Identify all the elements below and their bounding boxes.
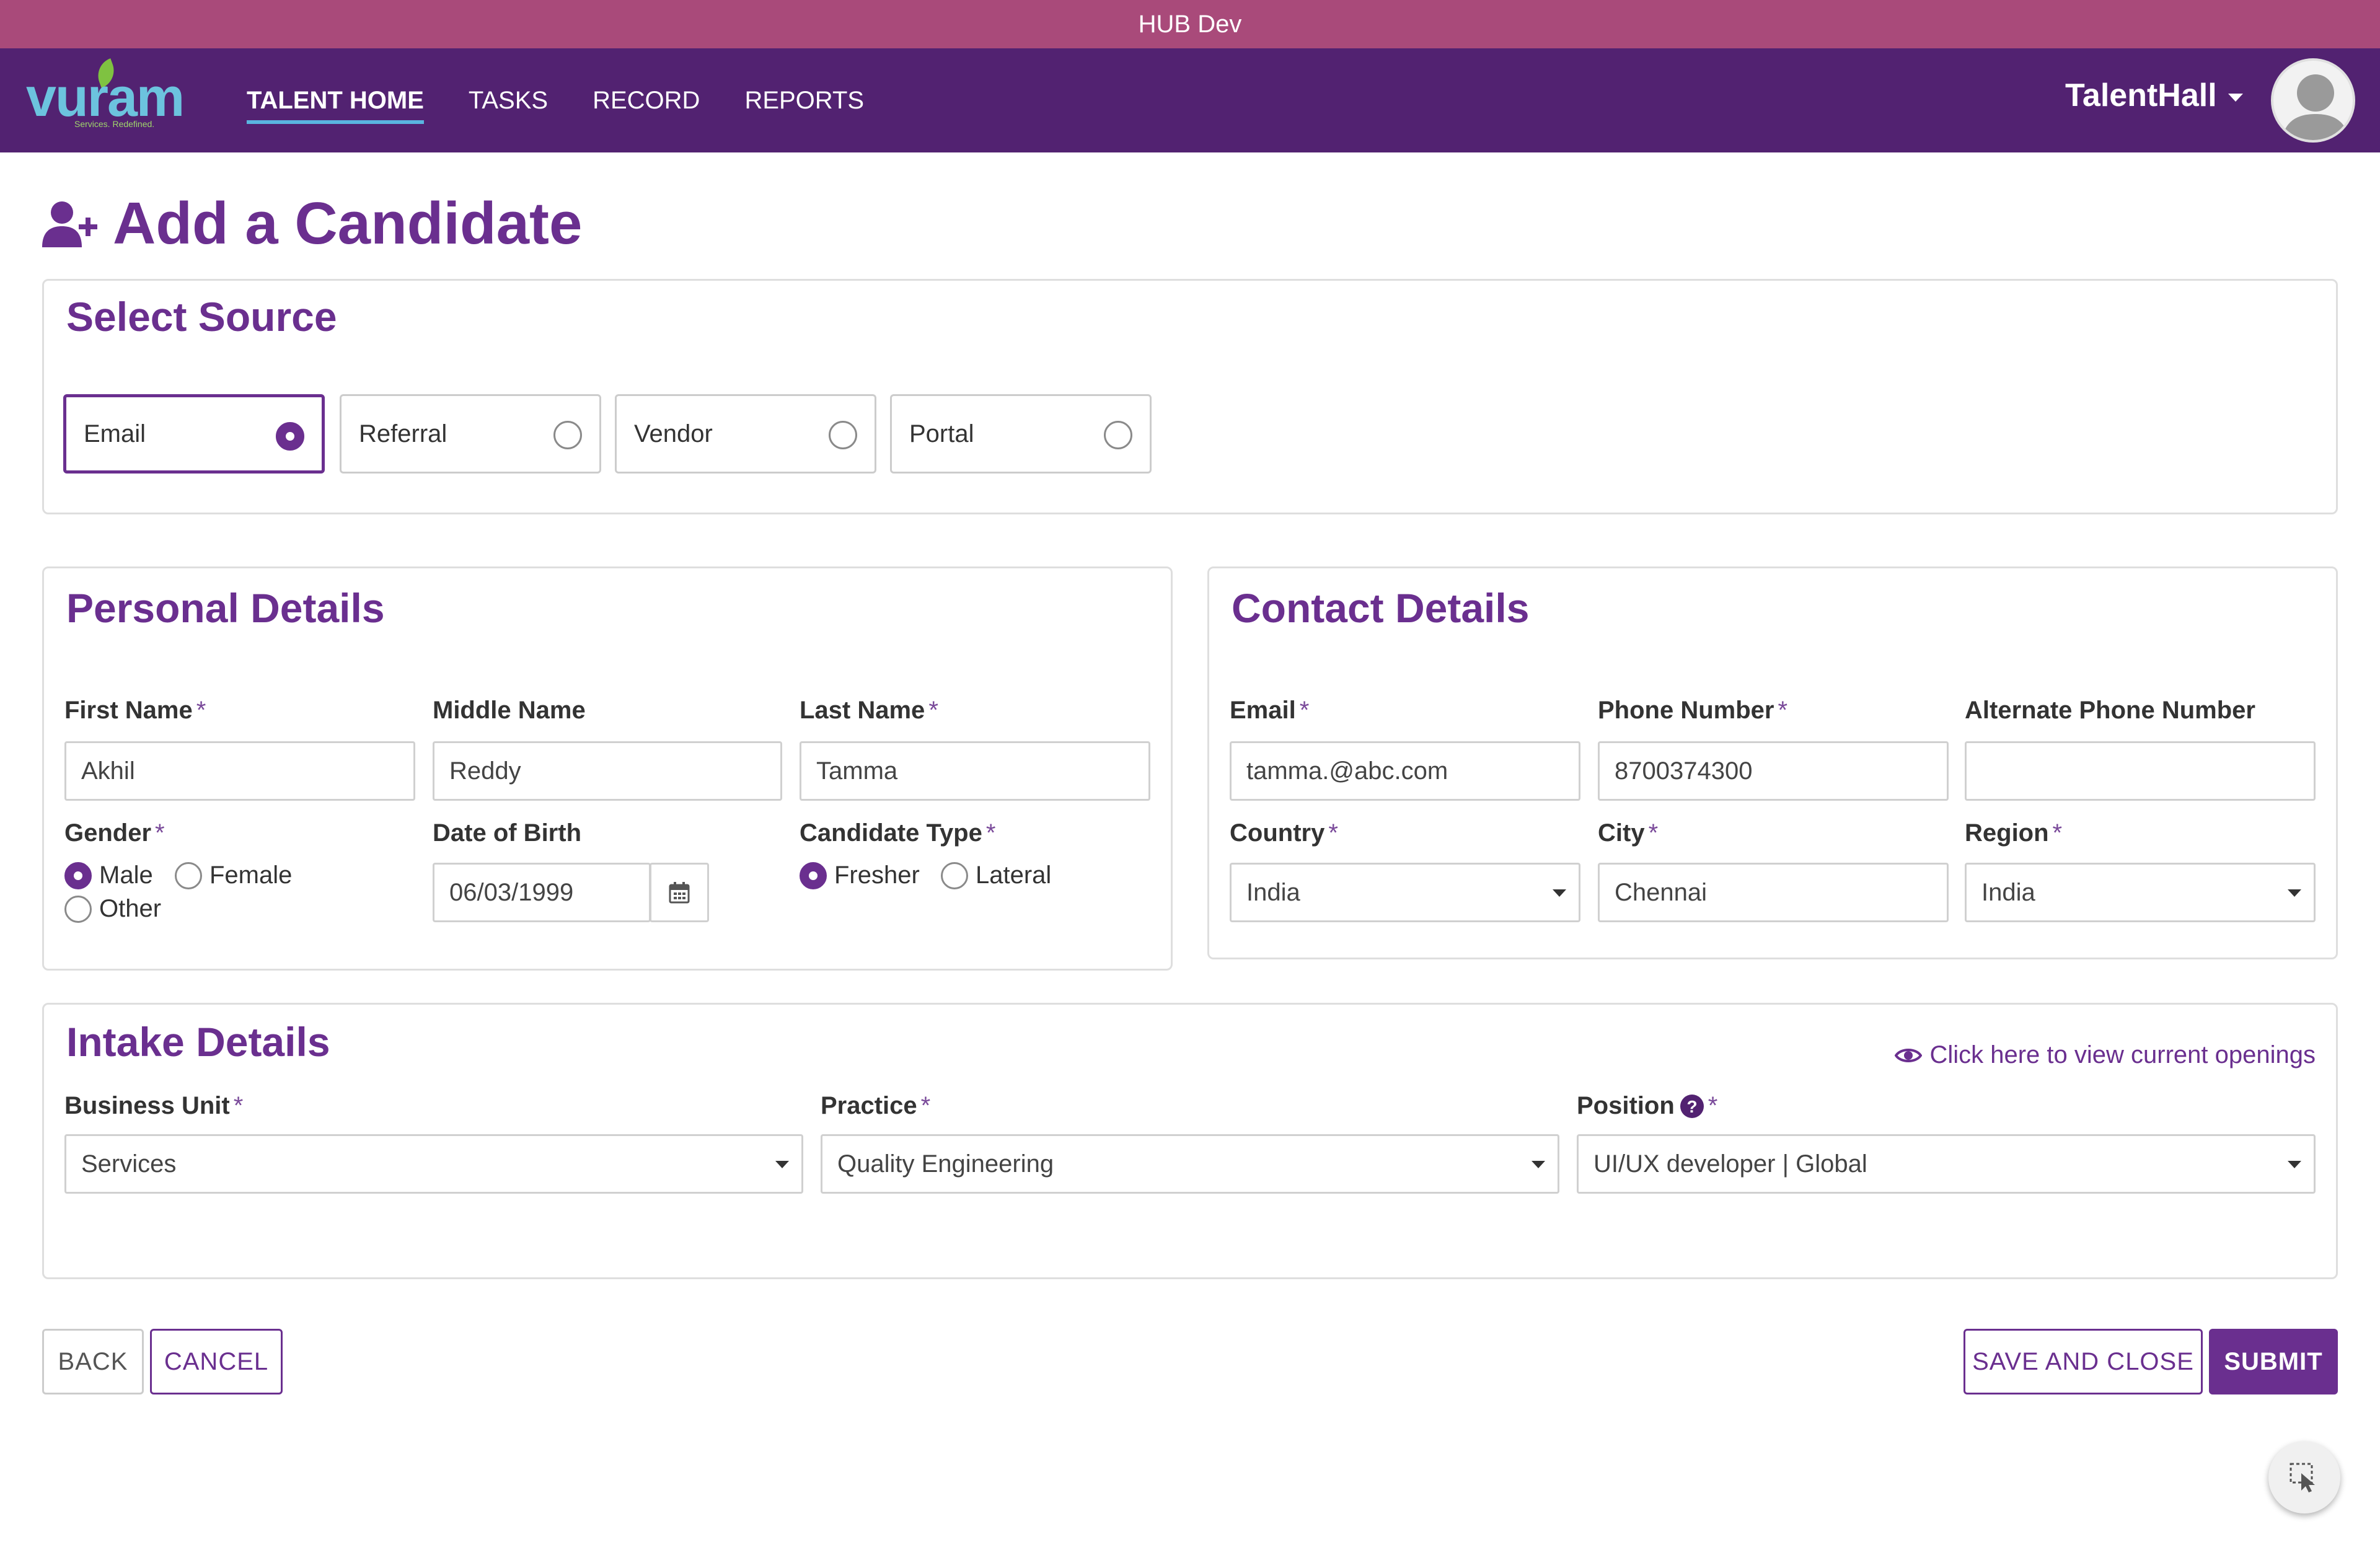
gender-female-option[interactable]: Female (175, 861, 292, 889)
help-icon[interactable]: ? (1680, 1094, 1704, 1119)
dropdown-arrow-icon (2288, 1161, 2301, 1168)
submit-button[interactable]: SUBMIT (2209, 1329, 2338, 1394)
svg-text:?: ? (1686, 1097, 1697, 1116)
region-label: Region * (1965, 819, 2063, 847)
business-unit-value: Services (81, 1150, 177, 1178)
middle-name-field[interactable]: Reddy (433, 741, 782, 801)
middle-name-label: Middle Name (433, 697, 586, 724)
user-silhouette-icon (2281, 74, 2350, 140)
source-option-label: Vendor (634, 420, 713, 447)
nav-tab-talent-home[interactable]: TALENT HOME (247, 48, 424, 152)
first-name-label: First Name * (64, 697, 206, 724)
first-name-field[interactable]: Akhil (64, 741, 415, 801)
gender-female-label: Female (209, 861, 293, 889)
alt-phone-field[interactable] (1965, 741, 2316, 801)
source-option-referral[interactable]: Referral (340, 394, 601, 474)
last-name-label: Last Name * (800, 697, 938, 724)
radio-selected-icon (276, 422, 304, 451)
dropdown-arrow-icon (1553, 889, 1566, 897)
position-value: UI/UX developer | Global (1593, 1150, 1867, 1178)
radio-empty-icon (64, 895, 92, 923)
gender-other-option[interactable]: Other (64, 895, 161, 923)
vuram-logo[interactable]: vuram Services. Redefined. (26, 58, 185, 136)
practice-value: Quality Engineering (837, 1150, 1054, 1178)
user-name: TalentHall (2065, 77, 2217, 113)
gender-male-option[interactable]: Male (64, 861, 153, 889)
email-label: Email * (1230, 697, 1310, 724)
logo-tagline: Services. Redefined. (74, 119, 155, 129)
radio-empty-icon (1104, 421, 1132, 449)
view-openings-text: Click here to view current openings (1929, 1041, 2316, 1068)
gender-label: Gender * (64, 819, 165, 847)
environment-banner: HUB Dev (0, 0, 2380, 48)
dropdown-arrow-icon (2288, 889, 2301, 897)
email-field[interactable]: tamma.@abc.com (1230, 741, 1580, 801)
view-openings-link[interactable]: Click here to view current openings (1895, 1041, 2316, 1069)
cancel-button[interactable]: CANCEL (150, 1329, 283, 1394)
dob-label: Date of Birth (433, 819, 581, 847)
nav-tabs: TALENT HOME TASKS RECORD REPORTS (247, 48, 909, 152)
practice-select[interactable]: Quality Engineering (821, 1134, 1559, 1194)
practice-label: Practice * (821, 1092, 931, 1119)
source-option-label: Email (84, 420, 146, 447)
region-select[interactable]: India (1965, 863, 2316, 922)
source-option-vendor[interactable]: Vendor (615, 394, 876, 474)
calendar-button[interactable] (650, 863, 709, 922)
dropdown-arrow-icon (1532, 1161, 1545, 1168)
nav-tab-reports[interactable]: REPORTS (744, 48, 864, 152)
source-option-portal[interactable]: Portal (890, 394, 1152, 474)
page-title-text: Add a Candidate (113, 190, 583, 257)
intake-details-title: Intake Details (66, 1019, 330, 1065)
business-unit-select[interactable]: Services (64, 1134, 803, 1194)
region-value: India (1981, 878, 2035, 906)
top-navbar: vuram Services. Redefined. TALENT HOME T… (0, 48, 2380, 152)
city-field[interactable]: Chennai (1598, 863, 1949, 922)
source-option-label: Portal (909, 420, 974, 447)
radio-empty-icon (175, 861, 202, 889)
lateral-label: Lateral (976, 861, 1052, 889)
user-menu[interactable]: TalentHall (2065, 77, 2243, 114)
save-and-close-button[interactable]: SAVE AND CLOSE (1963, 1329, 2203, 1394)
phone-field[interactable]: 8700374300 (1598, 741, 1949, 801)
radio-empty-icon (941, 861, 968, 889)
dob-field[interactable]: 06/03/1999 (433, 863, 651, 922)
chevron-down-icon (2228, 93, 2243, 102)
select-source-title: Select Source (66, 294, 337, 340)
country-value: India (1246, 878, 1300, 906)
page-title: Add a Candidate (42, 190, 582, 258)
back-button[interactable]: BACK (42, 1329, 144, 1394)
eye-icon (1895, 1048, 1923, 1062)
radio-selected-icon (800, 861, 827, 889)
gender-male-label: Male (99, 861, 153, 889)
country-label: Country * (1230, 819, 1338, 847)
calendar-icon (669, 882, 690, 904)
candidate-type-fresher-option[interactable]: Fresher (800, 861, 920, 889)
business-unit-label: Business Unit * (64, 1092, 244, 1119)
user-plus-icon (42, 201, 97, 247)
gender-other-label: Other (99, 895, 162, 922)
cursor-select-icon (2290, 1463, 2315, 1492)
city-label: City * (1598, 819, 1659, 847)
last-name-field[interactable]: Tamma (800, 741, 1150, 801)
radio-empty-icon (553, 421, 582, 449)
dropdown-arrow-icon (775, 1161, 789, 1168)
fresher-label: Fresher (834, 861, 920, 889)
phone-label: Phone Number * (1598, 697, 1788, 724)
radio-empty-icon (829, 421, 857, 449)
nav-tab-record[interactable]: RECORD (593, 48, 700, 152)
personal-details-title: Personal Details (66, 585, 385, 631)
radio-selected-icon (64, 861, 92, 889)
avatar[interactable] (2271, 58, 2355, 143)
contact-details-title: Contact Details (1232, 585, 1530, 631)
pointer-tool-button[interactable] (2268, 1442, 2340, 1513)
source-option-label: Referral (359, 420, 447, 447)
alt-phone-label: Alternate Phone Number (1965, 697, 2255, 724)
position-label: Position ? * (1577, 1092, 1718, 1119)
candidate-type-lateral-option[interactable]: Lateral (941, 861, 1051, 889)
country-select[interactable]: India (1230, 863, 1580, 922)
position-select[interactable]: UI/UX developer | Global (1577, 1134, 2316, 1194)
nav-tab-tasks[interactable]: TASKS (469, 48, 548, 152)
source-option-email[interactable]: Email (63, 394, 325, 474)
candidate-type-label: Candidate Type * (800, 819, 996, 847)
